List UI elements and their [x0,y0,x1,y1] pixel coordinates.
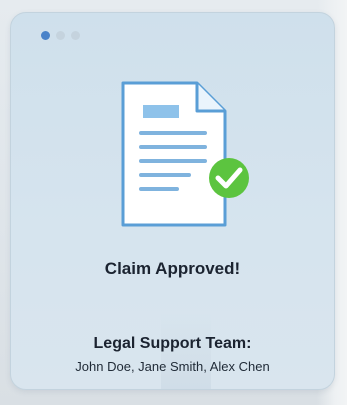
approved-document-illustration [121,81,249,227]
pagination-dot-1[interactable] [41,31,50,40]
check-circle-icon [209,158,249,198]
carousel-pagination [41,31,80,40]
pagination-dot-2[interactable] [56,31,65,40]
pagination-dot-3[interactable] [71,31,80,40]
document-icon [121,81,227,227]
claim-status-card: Claim Approved! Legal Support Team: John… [10,12,335,390]
claim-status-title: Claim Approved! [104,259,241,278]
team-members-list: John Doe, Jane Smith, Alex Chen [75,359,270,374]
team-heading: Legal Support Team: [93,335,252,352]
